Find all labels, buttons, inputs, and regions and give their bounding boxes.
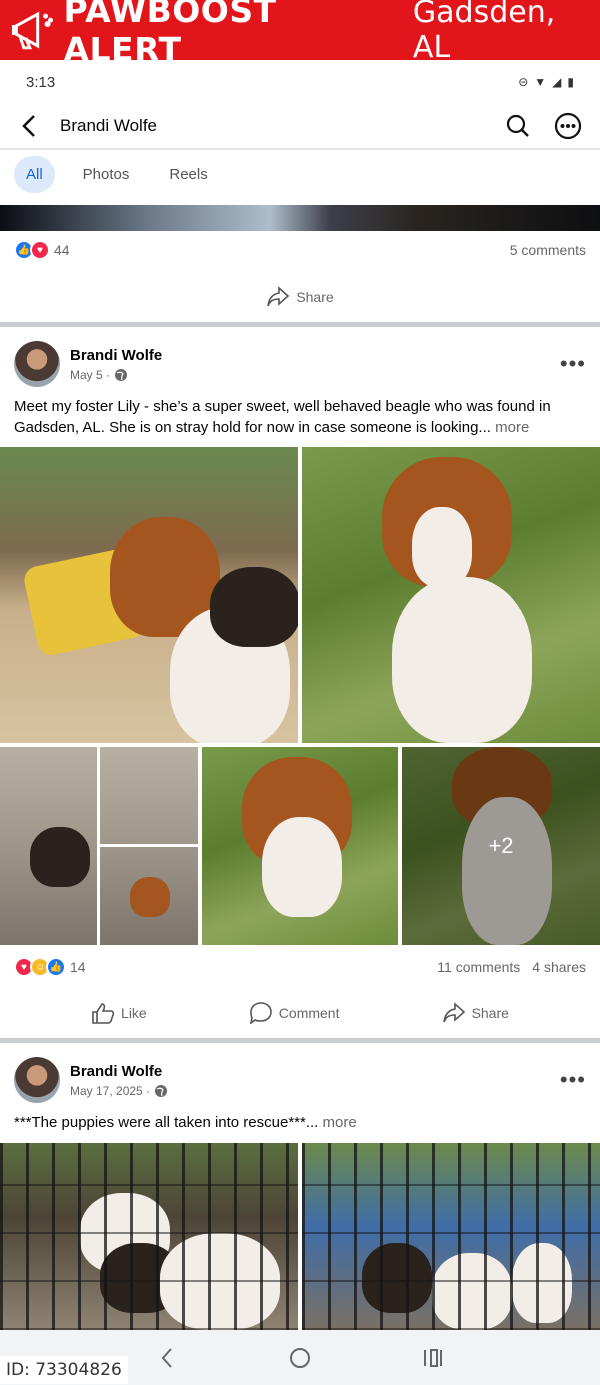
tab-photos[interactable]: Photos <box>71 156 142 193</box>
post-actions: Like Comment Share <box>0 991 600 1035</box>
more-photos-overlay[interactable]: +2 <box>402 747 600 945</box>
nav-back-icon <box>161 1347 172 1368</box>
comment-label: Comment <box>278 1005 340 1021</box>
author-name[interactable]: Brandi Wolfe <box>70 1063 168 1080</box>
pawboost-banner: PAWBOOST ALERT Gadsden, AL <box>0 0 600 69</box>
post-text: ***The puppies were all taken into rescu… <box>14 1114 319 1131</box>
post-date: May 5 · <box>70 368 162 382</box>
post-photo-1[interactable] <box>0 447 298 743</box>
prev-post-actions: Share <box>0 275 600 319</box>
dnd-icon: ⊝ <box>518 75 529 89</box>
dog-back <box>210 567 298 647</box>
dog-body <box>262 817 342 917</box>
battery-icon: ▮ <box>567 75 574 89</box>
wifi-icon: ▼ <box>534 75 547 89</box>
reaction-summary[interactable]: ♥ ☺ 👍 14 <box>14 957 86 977</box>
nav-back-button[interactable] <box>147 1338 187 1378</box>
share-icon <box>442 1002 465 1023</box>
author-name[interactable]: Brandi Wolfe <box>70 347 162 364</box>
comment-button[interactable]: Comment <box>249 1002 340 1024</box>
avatar[interactable] <box>14 1057 60 1103</box>
share-label: Share <box>296 289 334 305</box>
like-label: Like <box>121 1005 147 1021</box>
reaction-count: 44 <box>54 242 70 258</box>
more-circle-icon <box>554 112 582 140</box>
share-button[interactable]: Share <box>266 286 334 308</box>
nav-recents-icon <box>424 1348 443 1367</box>
avatar[interactable] <box>14 341 60 387</box>
dog <box>130 877 170 917</box>
post-body: ***The puppies were all taken into rescu… <box>14 1112 586 1133</box>
post-date-text: May 17, 2025 · <box>70 1083 151 1098</box>
banner-brand: PAWBOOST ALERT <box>63 0 277 69</box>
see-more-link[interactable]: more <box>491 419 529 436</box>
dog <box>30 827 90 887</box>
dog-muzzle <box>412 507 472 587</box>
nav-home-icon <box>289 1347 310 1368</box>
prev-post-reactions[interactable]: 👍 ♥ 44 5 comments <box>14 240 586 260</box>
love-reaction-icon: ♥ <box>30 240 50 260</box>
page-title: Brandi Wolfe <box>60 116 158 135</box>
post-separator <box>0 1038 600 1043</box>
like-reaction-icon: 👍 <box>46 957 66 977</box>
globe-icon <box>115 368 128 381</box>
comments-count[interactable]: 5 comments <box>510 242 586 258</box>
post2-photo-2[interactable] <box>302 1143 600 1330</box>
listing-id: ID: 73304826 <box>0 1356 128 1384</box>
status-bar: 3:13 ⊝ ▼ ◢ ▮ <box>0 60 600 104</box>
comment-icon <box>249 1002 272 1024</box>
globe-icon <box>155 1084 168 1097</box>
profile-header: Brandi Wolfe <box>0 104 600 148</box>
more-photos-count: +2 <box>488 833 514 858</box>
reaction-count: 14 <box>70 959 86 975</box>
post-photo-4[interactable] <box>202 747 398 945</box>
share-icon <box>267 286 290 307</box>
dog-body <box>392 577 532 743</box>
post-body: Meet my foster Lily - she’s a super swee… <box>14 396 586 438</box>
search-button[interactable] <box>500 108 536 144</box>
search-icon <box>506 114 529 137</box>
post-reactions[interactable]: ♥ ☺ 👍 14 11 comments 4 shares <box>14 957 586 977</box>
see-more-link[interactable]: more <box>318 1114 357 1131</box>
post-photo-5[interactable]: +2 <box>402 747 600 945</box>
like-icon <box>92 1003 115 1024</box>
more-options-button[interactable] <box>550 108 586 144</box>
collage-divider <box>100 844 198 847</box>
post2-photo-1[interactable] <box>0 1143 298 1330</box>
post-photo-3[interactable] <box>0 747 198 945</box>
back-button[interactable] <box>10 106 50 146</box>
crate-bars <box>302 1143 600 1330</box>
post-date: May 17, 2025 · <box>70 1084 168 1098</box>
status-time: 3:13 <box>26 73 56 91</box>
like-button[interactable]: Like <box>91 1002 147 1024</box>
post-options-icon[interactable]: ••• <box>560 1067 586 1093</box>
post-text: Meet my foster Lily - she’s a super swee… <box>14 398 551 436</box>
tab-all[interactable]: All <box>14 155 55 193</box>
back-arrow-icon <box>22 115 35 137</box>
post-options-icon[interactable]: ••• <box>560 351 586 377</box>
post-separator <box>0 322 600 327</box>
share-button[interactable]: Share <box>442 1002 509 1024</box>
post-header: Brandi Wolfe May 17, 2025 · ••• <box>14 1056 586 1104</box>
share-label: Share <box>471 1005 509 1021</box>
crate-bars <box>0 1143 298 1330</box>
comments-count[interactable]: 11 comments <box>437 959 520 975</box>
header-divider <box>0 148 600 150</box>
banner-city: Gadsden, AL <box>412 0 556 65</box>
status-icons: ⊝ ▼ ◢ ▮ <box>518 75 574 89</box>
signal-icon: ◢ <box>552 75 562 89</box>
megaphone-paw-icon <box>11 11 54 50</box>
shares-count[interactable]: 4 shares <box>532 959 586 975</box>
reaction-summary[interactable]: 👍 ♥ 44 <box>14 240 70 260</box>
tab-reels[interactable]: Reels <box>157 156 219 193</box>
nav-recents-button[interactable] <box>413 1338 453 1378</box>
post-header: Brandi Wolfe May 5 · ••• <box>14 340 586 388</box>
previous-post-image[interactable] <box>0 205 600 231</box>
filter-tabs: All Photos Reels <box>14 152 220 196</box>
nav-home-button[interactable] <box>280 1338 320 1378</box>
post-photo-2[interactable] <box>302 447 600 743</box>
post-date-text: May 5 · <box>70 367 111 382</box>
